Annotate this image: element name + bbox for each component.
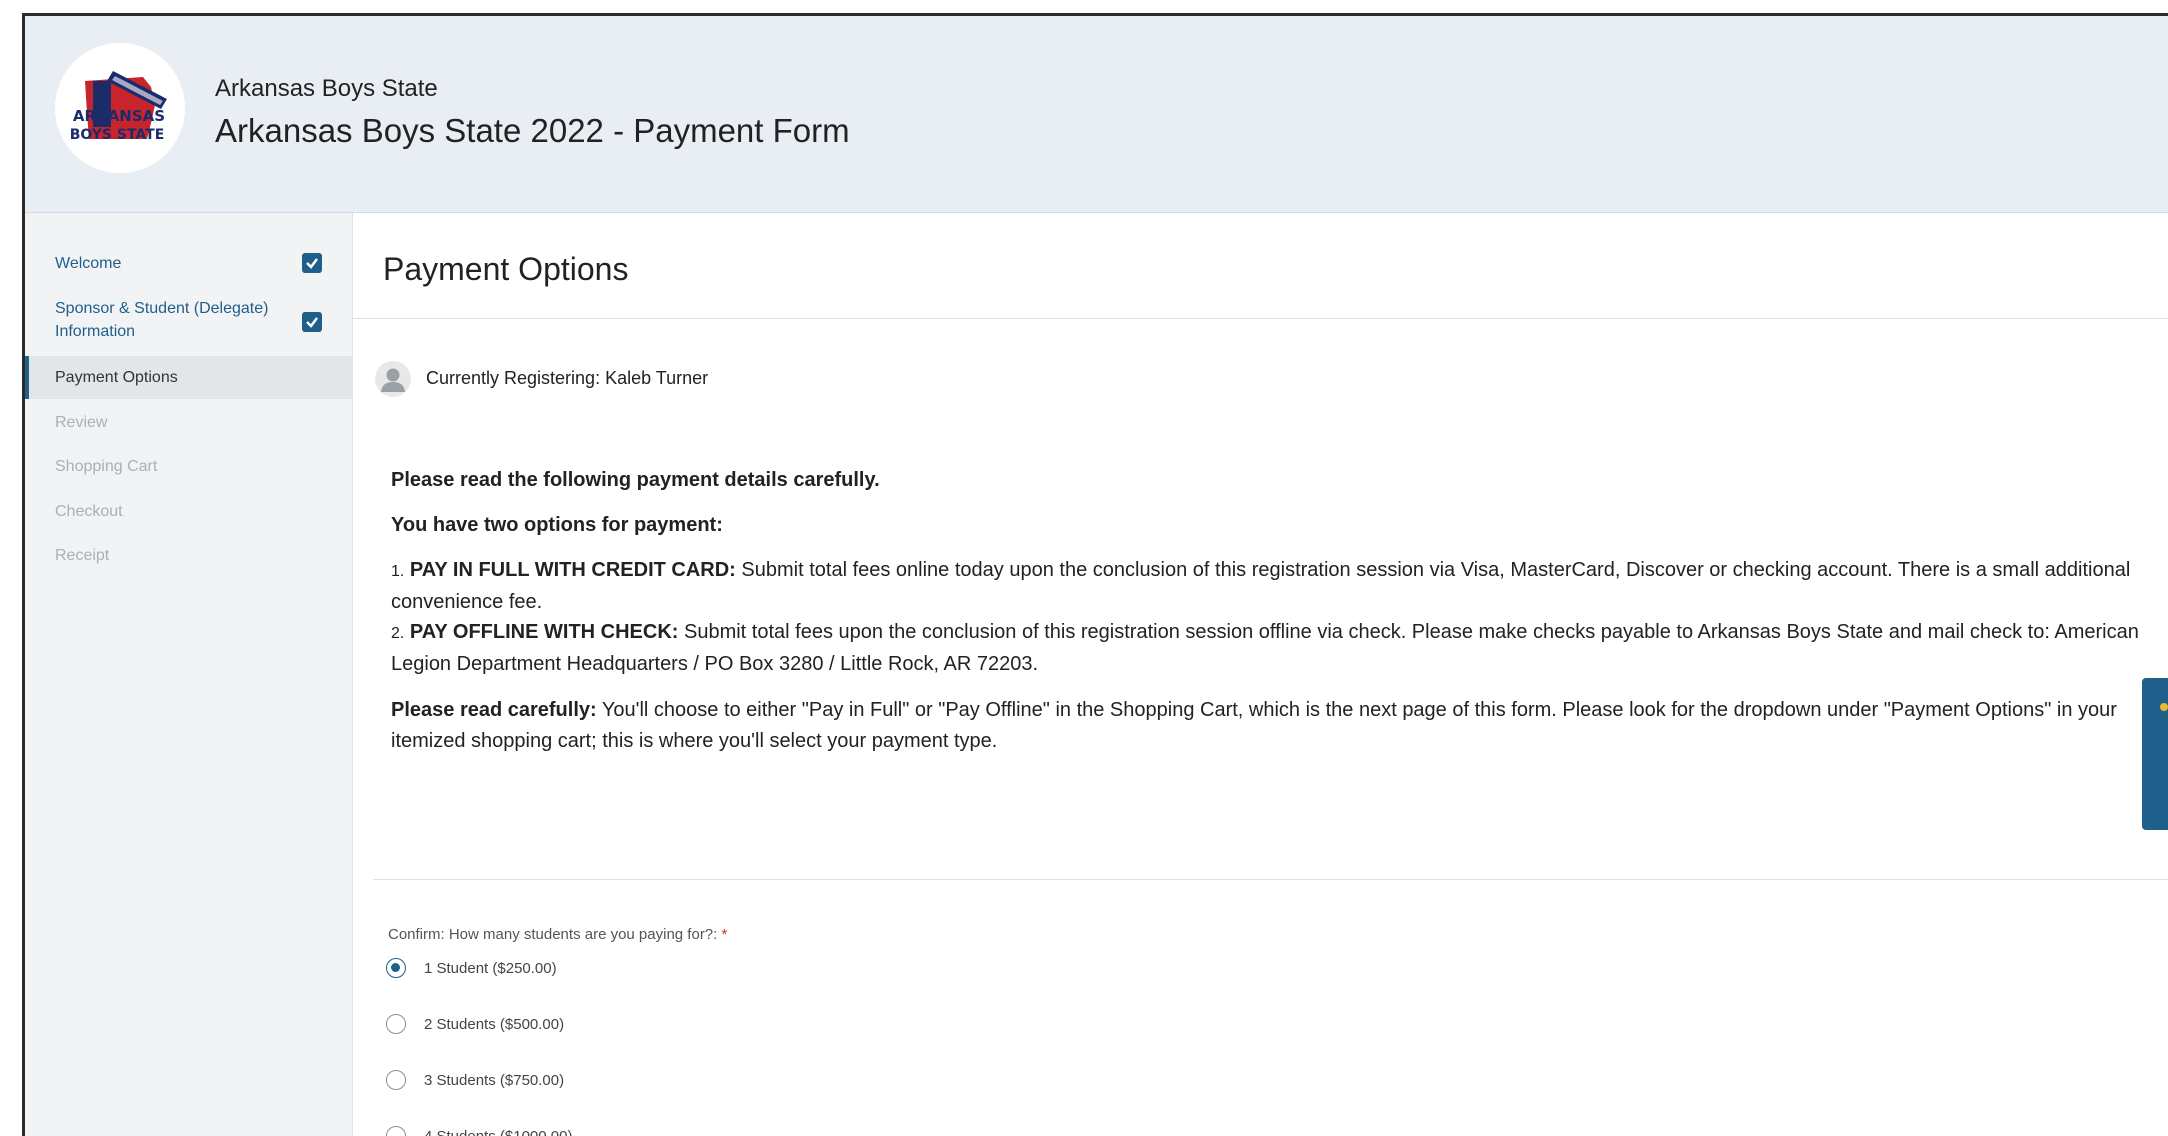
form-title: Arkansas Boys State 2022 - Payment Form xyxy=(215,112,850,149)
sidebar-item-label: Payment Options xyxy=(55,369,178,386)
org-logo: ARKANSAS BOYS STATE xyxy=(55,43,185,173)
sidebar-item-shopping-cart: Shopping Cart xyxy=(25,455,352,478)
question-label: Confirm: How many students are you payin… xyxy=(388,926,718,943)
radio-option-4-students[interactable]: 4 Students ($1000.00) xyxy=(386,1124,572,1136)
main-content: Payment Options Currently Registering: K… xyxy=(353,213,2168,1136)
option-heading: PAY OFFLINE WITH CHECK: xyxy=(409,621,679,643)
radio-label: 1 Student ($250.00) xyxy=(424,959,557,977)
sidebar-item-label: Review xyxy=(55,414,108,431)
currently-registering: Currently Registering: Kaleb Turner xyxy=(426,368,709,388)
radio-option-3-students[interactable]: 3 Students ($750.00) xyxy=(386,1068,564,1092)
radio-option-1-student[interactable]: 1 Student ($250.00) xyxy=(386,956,557,980)
radio-label: 3 Students ($750.00) xyxy=(424,1071,565,1089)
radio-button[interactable] xyxy=(386,1126,406,1136)
options-heading: You have two options for payment: xyxy=(391,514,723,536)
note-heading: Please read carefully: xyxy=(391,699,597,721)
sidebar-item-receipt: Receipt xyxy=(25,544,352,567)
option-number: 2. xyxy=(391,625,405,642)
sidebar-item-label: Checkout xyxy=(55,503,123,520)
org-name: Arkansas Boys State xyxy=(215,75,438,102)
svg-text:ARKANSAS: ARKANSAS xyxy=(73,107,165,125)
checkbox-checked-icon xyxy=(302,253,322,273)
sidebar-item-label: Shopping Cart xyxy=(55,458,158,475)
radio-button[interactable] xyxy=(386,1014,406,1034)
sidebar-item-review: Review xyxy=(25,411,352,434)
svg-text:BOYS STATE: BOYS STATE xyxy=(70,127,165,143)
form-header: ARKANSAS BOYS STATE Arkansas Boys State … xyxy=(25,16,2168,213)
sidebar-item-label: Welcome xyxy=(55,255,122,272)
feedback-side-tab[interactable] xyxy=(2142,678,2168,830)
payment-option-2: 2. PAY OFFLINE WITH CHECK: Submit total … xyxy=(391,617,2168,680)
notification-dot-icon xyxy=(2160,703,2168,711)
student-count-question: Confirm: How many students are you payin… xyxy=(388,926,727,943)
radio-button[interactable] xyxy=(386,1070,406,1090)
required-marker: * xyxy=(721,926,728,943)
option-number: 1. xyxy=(391,563,405,580)
option-heading: PAY IN FULL WITH CREDIT CARD: xyxy=(409,559,736,581)
sidebar-item-label: Sponsor & Student (Delegate) Information xyxy=(55,300,269,340)
sidebar-item-sponsor-student[interactable]: Sponsor & Student (Delegate) Information xyxy=(25,297,285,343)
radio-button[interactable] xyxy=(386,958,406,978)
payment-note: Please read carefully: You'll choose to … xyxy=(391,695,2168,757)
sidebar-item-checkout: Checkout xyxy=(25,500,352,523)
sidebar-item-payment-options[interactable]: Payment Options xyxy=(25,356,352,399)
note-text: You'll choose to either "Pay in Full" or… xyxy=(391,699,2117,752)
divider xyxy=(373,879,2168,880)
payment-option-1: 1. PAY IN FULL WITH CREDIT CARD: Submit … xyxy=(391,555,2168,618)
radio-label: 4 Students ($1000.00) xyxy=(424,1127,573,1136)
sidebar-item-welcome[interactable]: Welcome xyxy=(25,252,352,275)
sidebar-nav: Welcome Sponsor & Student (Delegate) Inf… xyxy=(25,213,353,1136)
app-frame: ARKANSAS BOYS STATE Arkansas Boys State … xyxy=(22,13,2168,1136)
org-logo-image: ARKANSAS BOYS STATE xyxy=(55,43,185,173)
sidebar-item-label: Receipt xyxy=(55,547,110,564)
divider xyxy=(353,318,2168,319)
user-avatar-icon xyxy=(375,361,411,397)
radio-option-2-students[interactable]: 2 Students ($500.00) xyxy=(386,1012,564,1036)
radio-label: 2 Students ($500.00) xyxy=(424,1015,565,1033)
intro-heading: Please read the following payment detail… xyxy=(391,469,880,491)
page-title: Payment Options xyxy=(383,251,629,287)
checkbox-checked-icon xyxy=(302,312,322,332)
